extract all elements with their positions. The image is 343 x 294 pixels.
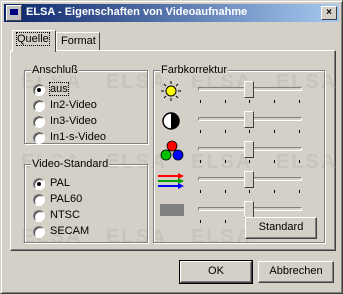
radio-button-checked[interactable] xyxy=(33,178,45,190)
tab-format[interactable]: Format xyxy=(56,32,100,51)
tick xyxy=(200,190,201,193)
radio-label: In3-Video xyxy=(50,115,97,127)
farbkorrektur-group: Farbkorrektur Standard xyxy=(153,64,325,243)
tab-format-label: Format xyxy=(61,35,96,47)
radio-button[interactable] xyxy=(33,226,45,238)
slider-row-hue xyxy=(154,171,314,195)
radio-label: SECAM xyxy=(50,225,90,237)
tick xyxy=(200,160,201,163)
sharpness-slider-thumb[interactable] xyxy=(244,201,254,218)
video-standard-group-label: Video-Standard xyxy=(31,158,110,170)
tick xyxy=(299,160,300,163)
slider-row-color xyxy=(154,140,314,165)
radio-label: PAL xyxy=(50,177,70,189)
tab-panel-quelle: ELSA ELSA ELSA ELSA ELSA ELSA ELSA ELSA … xyxy=(10,50,336,251)
tick xyxy=(249,160,250,163)
radio-label: PAL60 xyxy=(50,193,83,205)
cancel-button[interactable]: Abbrechen xyxy=(258,261,334,283)
tick xyxy=(200,100,201,103)
title-bar[interactable]: ELSA - Eigenschaften von Videoaufnahme × xyxy=(4,4,339,22)
tick xyxy=(200,130,201,133)
radio-label: NTSC xyxy=(50,209,80,221)
slider-row-contrast xyxy=(154,111,314,135)
standard-button[interactable]: Standard xyxy=(245,217,317,239)
window-title: ELSA - Eigenschaften von Videoaufnahme xyxy=(26,6,248,18)
color-slider-thumb[interactable] xyxy=(244,141,254,158)
app-icon[interactable] xyxy=(6,5,22,21)
dialog-window: ELSA - Eigenschaften von Videoaufnahme ×… xyxy=(0,0,343,294)
farbkorrektur-group-label: Farbkorrektur xyxy=(160,64,229,76)
tick xyxy=(225,190,226,193)
contrast-slider-thumb[interactable] xyxy=(244,111,254,128)
radio-button-checked[interactable] xyxy=(33,84,45,96)
sun-icon xyxy=(161,81,181,101)
radio-label: aus xyxy=(49,82,69,96)
tick xyxy=(274,130,275,133)
radio-button[interactable] xyxy=(33,132,45,144)
radio-button[interactable] xyxy=(33,100,45,112)
tick xyxy=(249,100,250,103)
radio-button[interactable] xyxy=(33,210,45,222)
anschluss-group: Anschluß aus In2-Video In3-Video In1-s-V… xyxy=(24,64,148,144)
tab-quelle-label: Quelle xyxy=(16,32,50,46)
tick xyxy=(225,220,226,223)
gray-rect-icon xyxy=(160,204,184,216)
tick xyxy=(299,130,300,133)
tick xyxy=(274,190,275,193)
tab-quelle[interactable]: Quelle xyxy=(12,30,56,52)
radio-label: In1-s-Video xyxy=(50,131,107,143)
tick xyxy=(249,130,250,133)
rgb-circles-icon xyxy=(160,140,184,161)
anschluss-group-label: Anschluß xyxy=(31,64,79,76)
ok-button[interactable]: OK xyxy=(179,260,253,284)
tick xyxy=(299,100,300,103)
hue-slider-thumb[interactable] xyxy=(244,171,254,188)
slider-row-brightness xyxy=(154,81,314,105)
color-lines-icon xyxy=(158,173,184,189)
close-button[interactable]: × xyxy=(321,6,337,20)
contrast-icon xyxy=(162,112,180,130)
tick xyxy=(274,160,275,163)
tick xyxy=(200,220,201,223)
tick xyxy=(274,100,275,103)
tick xyxy=(249,190,250,193)
tick xyxy=(299,190,300,193)
video-standard-group: Video-Standard PAL PAL60 NTSC SECAM xyxy=(24,158,148,243)
radio-button[interactable] xyxy=(33,116,45,128)
tick xyxy=(225,100,226,103)
brightness-slider-thumb[interactable] xyxy=(244,81,254,98)
radio-button[interactable] xyxy=(33,194,45,206)
radio-label: In2-Video xyxy=(50,99,97,111)
tick xyxy=(225,130,226,133)
tick xyxy=(225,160,226,163)
